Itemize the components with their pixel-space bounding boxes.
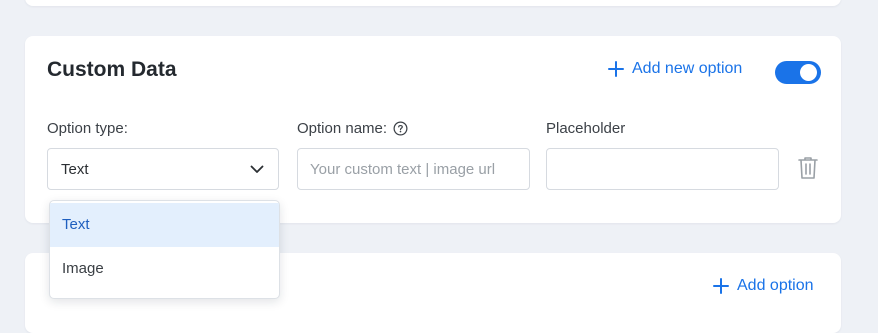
option-name-label: Option name:	[297, 120, 388, 137]
section-title: Custom Data	[47, 58, 177, 81]
plus-icon	[608, 61, 624, 77]
add-new-option-label: Add new option	[632, 60, 743, 77]
placeholder-input[interactable]	[546, 148, 779, 190]
trash-icon[interactable]	[797, 155, 819, 181]
chevron-down-icon	[250, 165, 264, 173]
option-name-label-group: Option name:	[297, 120, 408, 137]
option-type-select[interactable]: Text	[47, 148, 279, 190]
option-name-input[interactable]	[297, 148, 530, 190]
custom-data-toggle[interactable]	[775, 61, 821, 84]
option-type-dropdown: Text Image	[49, 200, 280, 299]
add-option-button[interactable]: Add option	[713, 277, 814, 295]
dropdown-item-text[interactable]: Text	[50, 203, 279, 247]
plus-icon	[713, 278, 729, 294]
option-type-value: Text	[61, 160, 89, 178]
toggle-knob	[800, 64, 817, 81]
dropdown-item-image[interactable]: Image	[50, 247, 279, 291]
add-option-label: Add option	[737, 277, 814, 294]
custom-data-card: Custom Data Add new option Option type: …	[25, 36, 841, 223]
option-type-label: Option type:	[47, 120, 128, 137]
placeholder-label: Placeholder	[546, 120, 626, 137]
previous-card	[25, 0, 841, 6]
add-new-option-button[interactable]: Add new option	[608, 60, 742, 78]
help-icon[interactable]	[393, 121, 408, 136]
